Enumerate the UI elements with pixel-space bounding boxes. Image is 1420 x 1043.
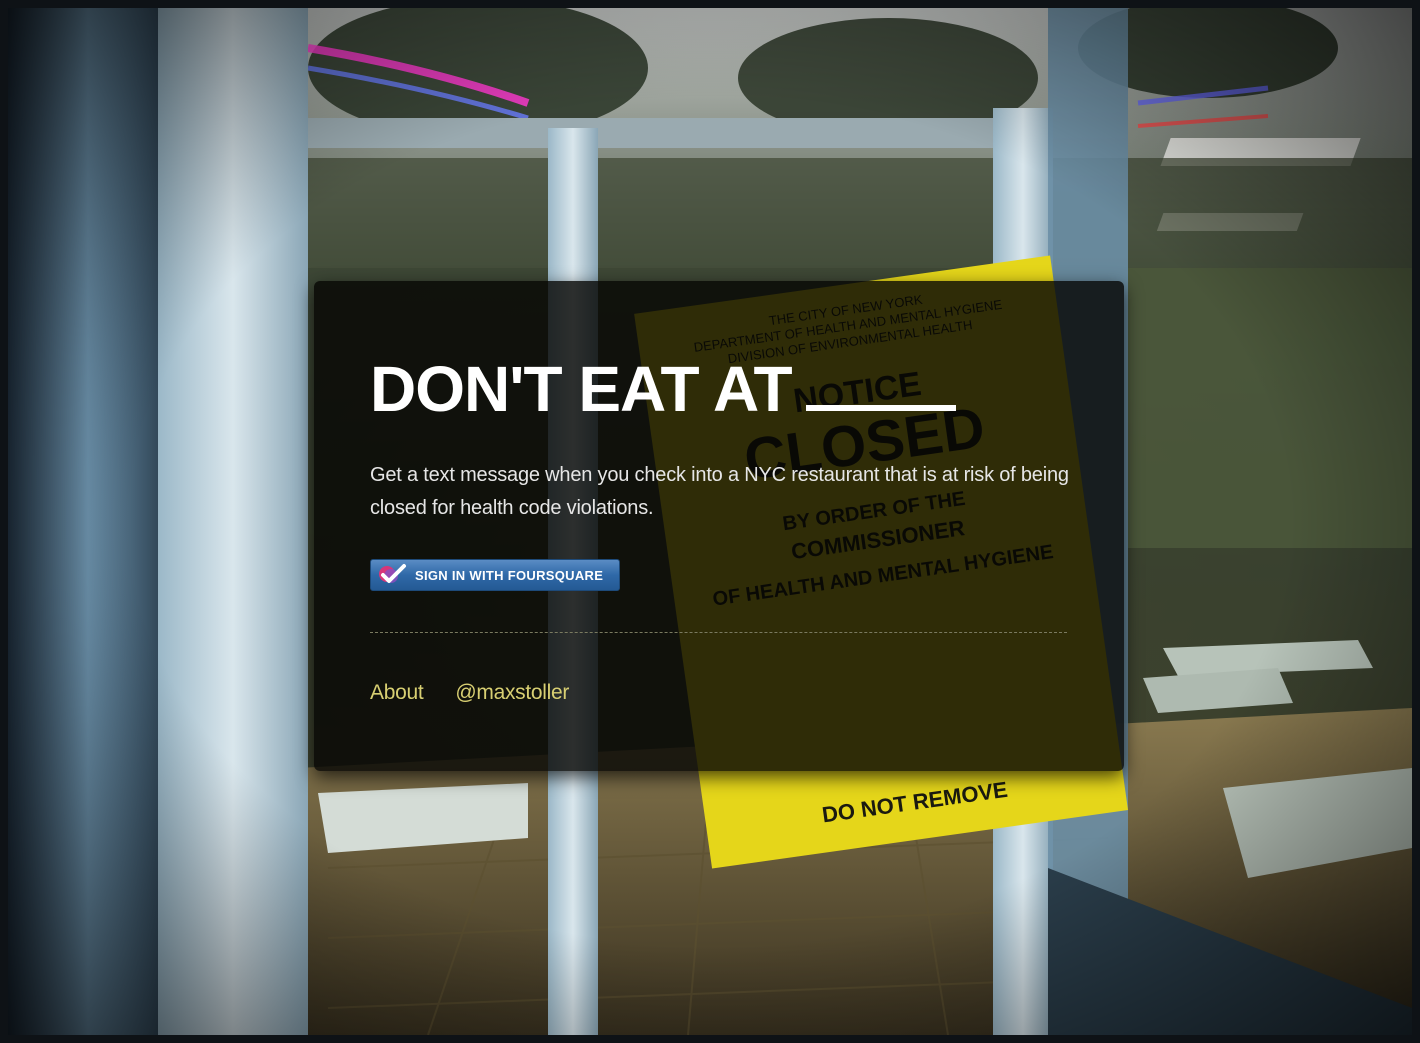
tagline: Get a text message when you check into a…: [370, 464, 1069, 519]
footer-links: About @maxstoller: [370, 681, 1068, 705]
signup-panel: DON'T EAT AT Get a text message when you…: [314, 281, 1124, 771]
blank-underline: [805, 405, 956, 411]
sign-in-foursquare-button[interactable]: SIGN IN WITH FOURSQUARE: [370, 559, 620, 591]
about-link[interactable]: About: [370, 681, 424, 705]
headline-text: DON'T EAT AT: [370, 353, 793, 425]
page-frame: THE CITY OF NEW YORKDEPARTMENT OF HEALTH…: [0, 0, 1420, 1043]
divider: [370, 632, 1067, 633]
page-title: DON'T EAT AT: [370, 357, 1068, 421]
foursquare-check-icon: [377, 563, 407, 587]
twitter-handle-link[interactable]: @maxstoller: [455, 681, 569, 705]
sign-in-label: SIGN IN WITH FOURSQUARE: [415, 567, 604, 583]
